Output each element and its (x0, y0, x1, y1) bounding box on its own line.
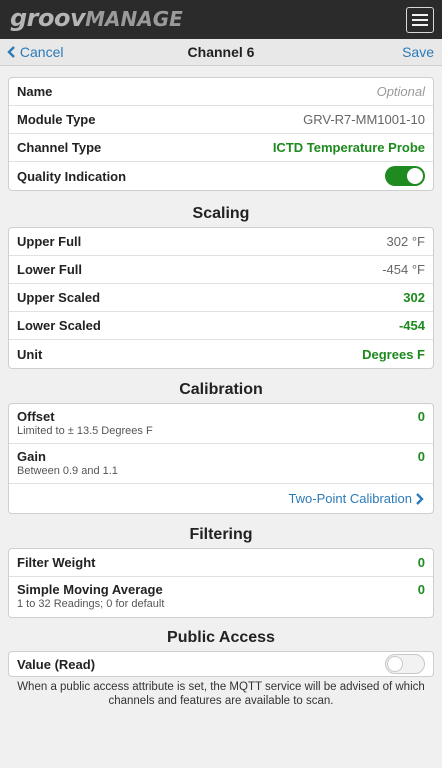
two-point-calibration-link[interactable]: Two-Point Calibration (288, 491, 412, 506)
unit-row[interactable]: Unit Degrees F (9, 340, 433, 368)
groov-manage-logo: groovMANAGE (10, 4, 183, 32)
lower-scaled-value[interactable]: -454 (399, 318, 425, 333)
upper-scaled-row[interactable]: Upper Scaled 302 (9, 284, 433, 312)
lower-full-label: Lower Full (17, 262, 82, 277)
channel-type-value[interactable]: ICTD Temperature Probe (273, 140, 425, 155)
upper-full-row: Upper Full 302 °F (9, 228, 433, 256)
quality-indication-toggle[interactable] (385, 166, 425, 186)
name-field[interactable]: Optional (377, 84, 425, 99)
lower-scaled-label: Lower Scaled (17, 318, 101, 333)
unit-label: Unit (17, 346, 43, 362)
offset-hint: Limited to ± 13.5 Degrees F (17, 425, 153, 437)
module-type-row: Module Type GRV-R7-MM1001-10 (9, 106, 433, 134)
name-row[interactable]: Name Optional (9, 78, 433, 106)
upper-scaled-label: Upper Scaled (17, 290, 101, 305)
filter-weight-row[interactable]: Filter Weight 0 (9, 549, 433, 577)
app-header: groovMANAGE (0, 0, 442, 39)
nav-bar: Cancel Channel 6 Save (0, 39, 442, 66)
sma-hint: 1 to 32 Readings; 0 for default (17, 598, 165, 610)
channel-type-label: Channel Type (17, 140, 102, 155)
page-title: Channel 6 (187, 44, 255, 60)
module-type-label: Module Type (17, 112, 96, 127)
chevron-right-icon (416, 492, 424, 505)
simple-moving-average-row[interactable]: Simple Moving Average 1 to 32 Readings; … (9, 577, 433, 617)
two-point-calibration-row[interactable]: Two-Point Calibration (9, 484, 433, 513)
filtering-card: Filter Weight 0 Simple Moving Average 1 … (8, 548, 434, 618)
upper-full-label: Upper Full (17, 234, 82, 249)
scaling-title: Scaling (192, 205, 250, 222)
lower-scaled-row[interactable]: Lower Scaled -454 (9, 312, 433, 340)
public-access-title: Public Access (167, 629, 275, 646)
sma-label: Simple Moving Average (17, 582, 163, 597)
cancel-button[interactable]: Cancel (7, 44, 63, 60)
calibration-card: Offset Limited to ± 13.5 Degrees F 0 Gai… (8, 403, 434, 514)
public-access-note: When a public access attribute is set, t… (17, 681, 425, 707)
unit-value[interactable]: Degrees F (362, 347, 425, 362)
channel-type-row[interactable]: Channel Type ICTD Temperature Probe (9, 134, 433, 162)
value-read-toggle[interactable] (385, 654, 425, 674)
public-access-card: Value (Read) (8, 651, 434, 677)
gain-value[interactable]: 0 (418, 449, 425, 464)
general-card: Name Optional Module Type GRV-R7-MM1001-… (8, 77, 434, 191)
upper-full-value: 302 °F (386, 234, 425, 249)
cancel-label: Cancel (19, 44, 64, 60)
offset-row[interactable]: Offset Limited to ± 13.5 Degrees F 0 (9, 404, 433, 444)
name-label: Name (17, 84, 53, 99)
filter-weight-label: Filter Weight (17, 555, 96, 570)
lower-full-row: Lower Full -454 °F (9, 256, 433, 284)
hamburger-icon[interactable] (406, 7, 434, 33)
module-type-value: GRV-R7-MM1001-10 (303, 112, 425, 127)
lower-full-value: -454 °F (382, 262, 425, 277)
quality-indication-row: Quality Indication (9, 162, 433, 190)
offset-value[interactable]: 0 (418, 409, 425, 424)
gain-label: Gain (17, 449, 46, 464)
upper-scaled-value[interactable]: 302 (403, 290, 425, 305)
logo-sub: MANAGE (85, 7, 183, 31)
save-button[interactable]: Save (402, 44, 434, 60)
quality-indication-label: Quality Indication (17, 168, 127, 184)
filter-weight-value[interactable]: 0 (418, 555, 425, 570)
gain-hint: Between 0.9 and 1.1 (17, 465, 118, 477)
logo-main: groov (10, 4, 86, 32)
filtering-title: Filtering (189, 526, 253, 543)
offset-label: Offset (17, 409, 55, 424)
scaling-card: Upper Full 302 °F Lower Full -454 °F Upp… (8, 227, 434, 369)
value-read-label: Value (Read) (17, 656, 96, 672)
gain-row[interactable]: Gain Between 0.9 and 1.1 0 (9, 444, 433, 484)
value-read-row: Value (Read) (9, 652, 433, 676)
chevron-left-icon (7, 46, 15, 58)
calibration-title: Calibration (179, 381, 263, 398)
sma-value[interactable]: 0 (418, 582, 425, 597)
